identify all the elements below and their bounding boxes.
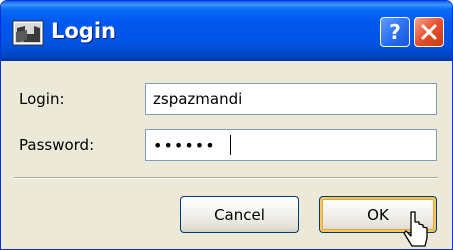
close-icon bbox=[421, 24, 437, 40]
login-app-icon bbox=[12, 20, 44, 46]
title-bar[interactable]: Login ? bbox=[1, 1, 452, 61]
login-label: Login: bbox=[19, 90, 65, 108]
separator bbox=[14, 177, 438, 179]
login-input[interactable] bbox=[145, 83, 437, 115]
password-label: Password: bbox=[19, 136, 95, 154]
window-title: Login bbox=[51, 19, 116, 43]
help-button[interactable]: ? bbox=[380, 17, 410, 47]
help-icon: ? bbox=[389, 20, 401, 44]
password-input[interactable] bbox=[145, 129, 437, 161]
close-button[interactable] bbox=[414, 17, 444, 47]
cancel-button[interactable]: Cancel bbox=[180, 196, 299, 233]
mouse-pointer-icon bbox=[403, 211, 428, 247]
text-caret bbox=[230, 135, 231, 155]
login-dialog: Login ? Login: Password: Cancel OK bbox=[0, 0, 453, 250]
